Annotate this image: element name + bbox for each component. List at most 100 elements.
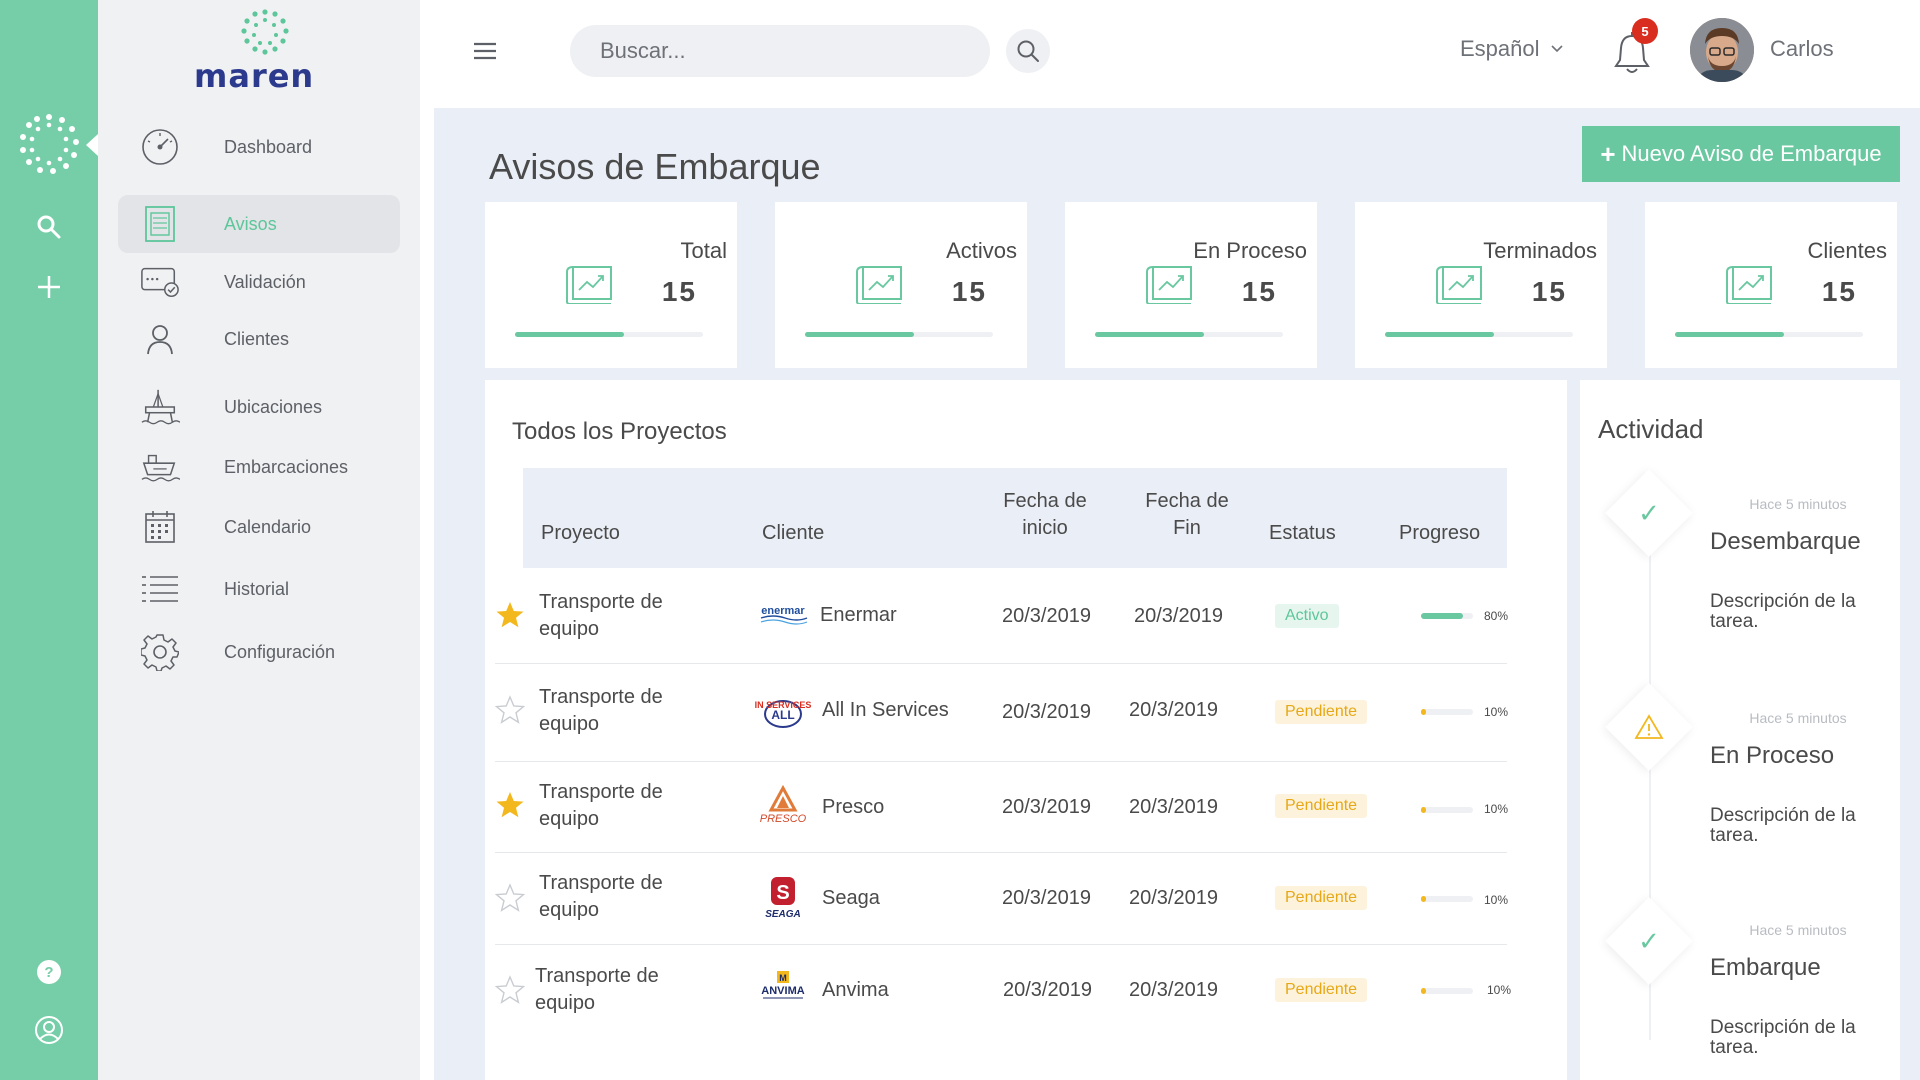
search-box [570,25,990,77]
star-outline-icon[interactable] [495,695,525,725]
all-in-services-logo: IN SERVICESALL [755,700,811,728]
sidebar-item-label: Clientes [224,328,290,349]
sidebar-item-label: Dashboard [224,136,313,157]
start-date: 20/3/2019 [1002,701,1091,723]
progress-bar [1421,807,1473,813]
sidebar-item-dashboard[interactable]: Dashboard [118,118,400,176]
column-header-proyecto[interactable]: Proyecto [541,520,620,547]
sidebar-item-label: Calendario [224,516,312,537]
activity-time: Hace 5 minutos [1749,922,1847,938]
sidebar-item-configuracion[interactable]: Configuración [118,623,400,681]
column-header-fecha-fin[interactable]: Fecha de Fin [1137,488,1237,542]
sidebar-item-historial[interactable]: Historial [118,560,400,618]
star-outline-icon[interactable] [495,883,525,913]
sidebar-item-label: Avisos [224,213,277,234]
progress-bar [1421,709,1473,715]
activity-name[interactable]: En Proceso [1710,742,1834,770]
language-label: Español [1460,36,1540,61]
sidebar-item-embarcaciones[interactable]: Embarcaciones [118,438,400,496]
progress-fill [1421,896,1427,902]
brand-name: maren [194,57,315,95]
end-date: 20/3/2019 [1129,979,1218,1001]
new-notice-button[interactable]: + Nuevo Aviso de Embarque [1582,126,1900,182]
table-row[interactable]: Transporte de equipo S SEAGA Seaga 20/3/2… [495,853,1509,945]
progress-fill [1421,807,1427,813]
progress-text: 10% [1484,893,1509,907]
avatar[interactable] [1690,18,1754,82]
language-selector[interactable]: Español [1460,36,1564,62]
user-circle-icon[interactable] [32,1013,66,1047]
sidebar-item-clientes[interactable]: Clientes [118,310,400,368]
search-input[interactable] [600,37,940,65]
hamburger-menu-icon[interactable] [472,38,498,64]
plus-icon: + [1600,139,1616,169]
end-date: 20/3/2019 [1129,796,1218,818]
svg-text:enermar: enermar [761,605,805,617]
chart-document-icon [856,266,902,304]
star-filled-icon[interactable] [495,600,525,630]
plus-icon[interactable] [32,270,66,304]
table-row[interactable]: Transporte de equipo IN SERVICES ALL All … [495,664,1508,762]
activity-description: Descripción de la tarea. [1710,591,1856,632]
stat-card-activos[interactable]: Activos 15 [775,202,1027,368]
presco-logo: PRESCO [760,784,807,825]
client-name: Presco [822,796,885,818]
gear-icon [140,632,180,672]
start-date: 20/3/2019 [1002,887,1091,909]
status-badge: Activo [1275,604,1339,628]
column-header-estatus[interactable]: Estatus [1269,520,1336,547]
column-header-progreso[interactable]: Progreso [1399,520,1480,547]
column-header-cliente[interactable]: Cliente [762,520,824,547]
search-icon[interactable] [32,210,66,244]
enermar-logo: enermar [760,605,808,625]
table-row[interactable]: Transporte de equipo M ANVIMA Anvima 20/3… [495,945,1511,1039]
stat-card-total[interactable]: Total 15 [485,202,737,368]
chart-document-icon [1436,266,1482,304]
sidebar-item-label: Embarcaciones [224,456,349,477]
stat-card-en-proceso[interactable]: En Proceso 15 [1065,202,1317,368]
oil-platform-icon [140,387,180,427]
svg-text:PRESCO: PRESCO [760,813,807,825]
chart-document-icon [1146,266,1192,304]
start-date: 20/3/2019 [1003,979,1092,1001]
stat-progress-fill [1675,332,1785,337]
activity-name[interactable]: Embarque [1710,954,1821,982]
left-rail: ? [0,0,98,1080]
table-row[interactable]: Transporte de equipo PRESCO Presco 20/3/… [495,762,1508,853]
stat-value: 15 [661,276,697,307]
stat-card-clientes[interactable]: Clientes 15 [1645,202,1897,368]
sidebar-item-validacion[interactable]: Validación [118,253,400,311]
new-notice-button-label: Nuevo Aviso de Embarque [1621,141,1882,166]
chevron-down-icon [1550,45,1563,53]
sidebar-item-ubicaciones[interactable]: Ubicaciones [118,378,400,436]
maren-mark-icon[interactable] [18,113,80,175]
stat-card-terminados[interactable]: Terminados 15 [1355,202,1607,368]
activity-name[interactable]: Desembarque [1710,528,1861,556]
project-name: Transporte de equipo [535,965,659,1014]
progress-fill [1421,988,1427,994]
star-filled-icon[interactable] [495,790,525,820]
chart-document-icon [1726,266,1772,304]
user-icon [140,319,180,359]
stat-label: En Proceso [1193,238,1307,263]
search-button[interactable] [1006,29,1050,73]
stat-label: Clientes [1807,238,1887,263]
stat-progress-fill [805,332,915,337]
start-date: 20/3/2019 [1002,796,1091,818]
stat-progress-fill [1385,332,1495,337]
end-date: 20/3/2019 [1129,699,1218,721]
client-name: Anvima [822,979,889,1001]
sidebar-item-avisos[interactable]: Avisos [118,195,400,253]
sidebar-item-calendario[interactable]: Calendario [118,498,400,556]
projects-panel: Todos los Proyectos Proyecto Cliente Fec… [485,380,1567,1080]
help-icon[interactable]: ? [32,955,66,989]
star-outline-icon[interactable] [495,975,525,1005]
stat-label: Terminados [1483,238,1597,263]
table-row[interactable]: Transporte de equipo enermar Enermar 20/… [495,568,1508,664]
column-header-fecha-inicio[interactable]: Fecha de inicio [995,488,1095,542]
activity-description: Descripción de la tarea. [1710,1017,1856,1058]
stat-progress-bar [1675,332,1863,337]
stat-progress-bar [805,332,993,337]
status-badge: Pendiente [1275,978,1368,1002]
user-name[interactable]: Carlos [1770,36,1834,62]
